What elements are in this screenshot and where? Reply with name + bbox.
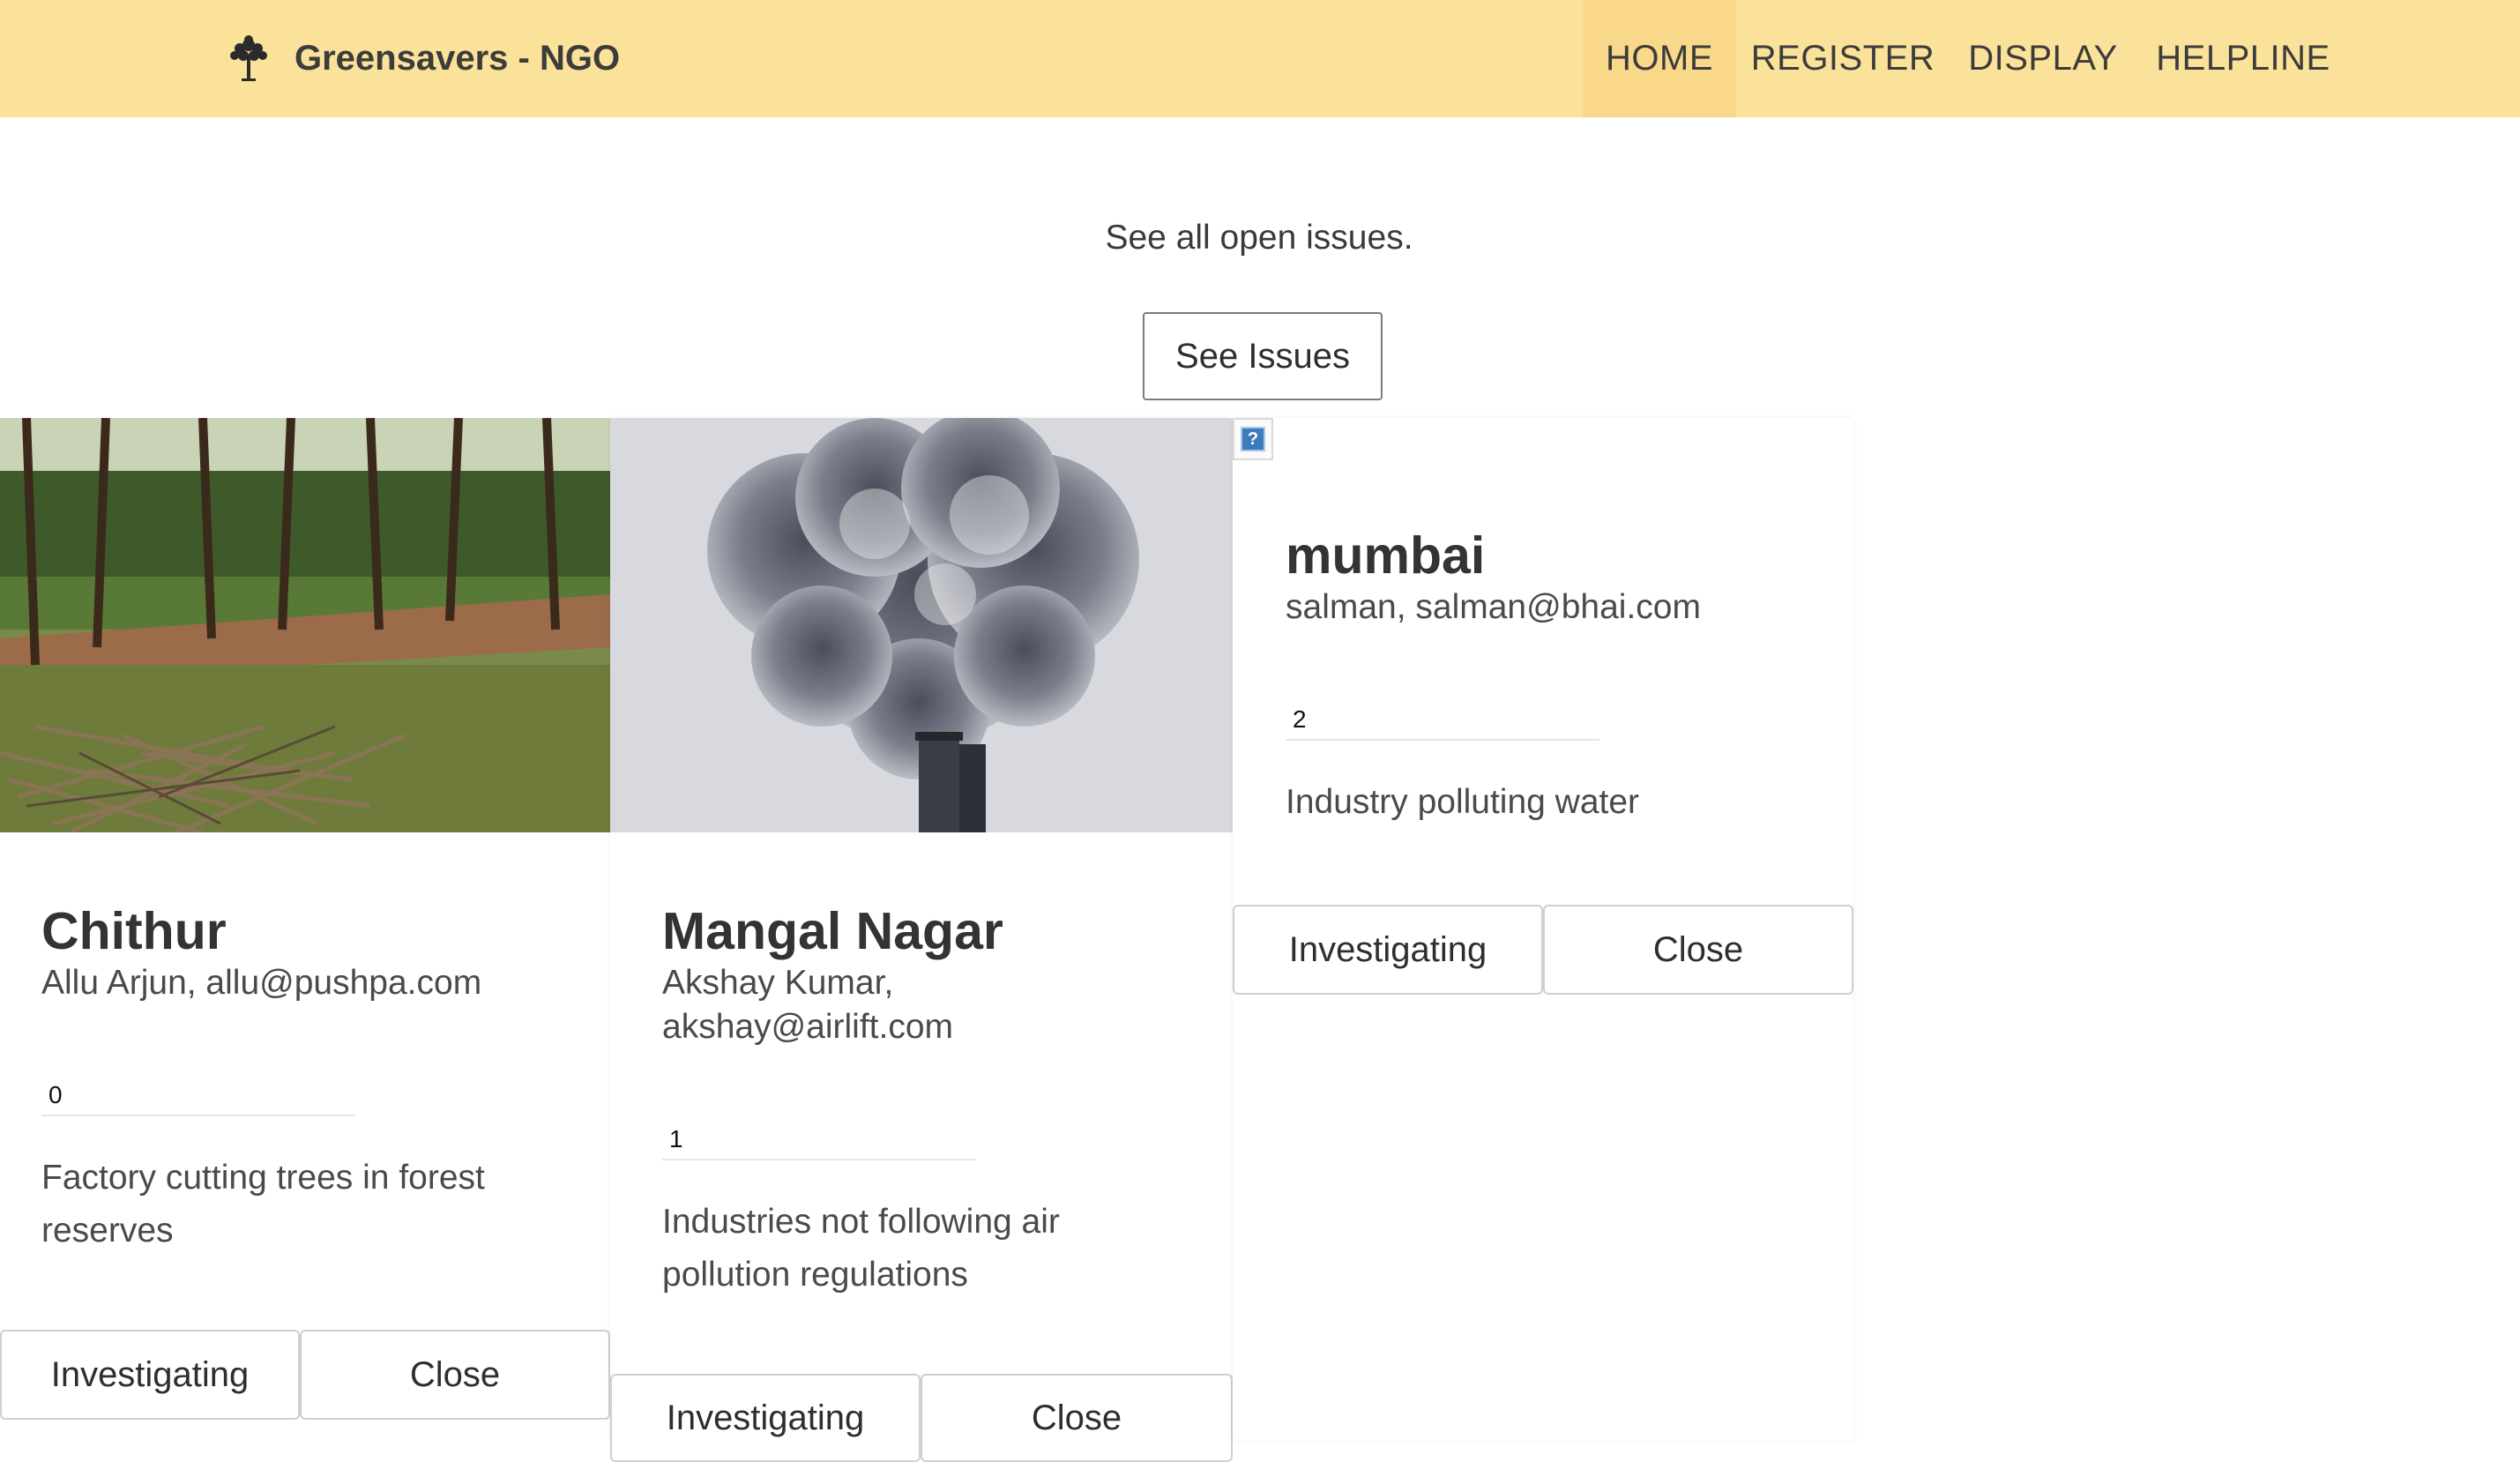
issue-location: mumbai — [1286, 526, 1486, 585]
issue-description: Factory cutting trees in forest reserves — [41, 1159, 485, 1249]
issue-card: ? mumbai salman, salman@bhai.com 2 Indus… — [1233, 418, 1853, 1441]
close-button[interactable]: Close — [921, 1374, 1233, 1462]
issue-count-field[interactable]: 2 — [1286, 693, 1599, 741]
investigating-button[interactable]: Investigating — [1233, 905, 1543, 995]
issue-reporter: salman, salman@bhai.com — [1286, 588, 1701, 626]
broken-image-icon: ? — [1233, 418, 1273, 460]
nav-display[interactable]: DISPLAY — [1959, 0, 2127, 117]
hero-lead: See all open issues. — [1105, 219, 1413, 257]
issue-location: Chithur — [41, 902, 227, 960]
smokestack-pollution-image — [610, 418, 1233, 832]
issue-description: Industries not following air pollution r… — [662, 1203, 1060, 1294]
investigating-button[interactable]: Investigating — [610, 1374, 921, 1462]
brand[interactable]: Greensavers - NGO — [226, 30, 620, 86]
issue-location: Mangal Nagar — [662, 902, 1003, 960]
issue-description: Industry polluting water — [1286, 783, 1640, 821]
nav-register[interactable]: REGISTER — [1744, 0, 1942, 117]
issue-reporter: Allu Arjun, allu@pushpa.com — [41, 964, 482, 1002]
issue-count-field[interactable]: 0 — [41, 1069, 355, 1116]
nav-helpline[interactable]: HELPLINE — [2150, 0, 2337, 117]
close-button[interactable]: Close — [1543, 905, 1853, 995]
issue-reporter: Akshay Kumar, akshay@airlift.com — [662, 964, 954, 1046]
see-issues-button[interactable]: See Issues — [1143, 312, 1383, 400]
issue-card: Mangal Nagar Akshay Kumar, akshay@airlif… — [610, 418, 1233, 1462]
forest-clearing-image — [0, 418, 610, 832]
brand-name: Greensavers - NGO — [294, 38, 621, 78]
nav-home[interactable]: HOME — [1583, 0, 1736, 117]
investigating-button[interactable]: Investigating — [0, 1330, 300, 1420]
close-button[interactable]: Close — [300, 1330, 610, 1420]
issue-count-field[interactable]: 1 — [662, 1113, 976, 1160]
tree-icon — [230, 35, 267, 81]
issue-card: Chithur Allu Arjun, allu@pushpa.com 0 Fa… — [0, 418, 610, 1441]
navbar: Greensavers - NGO HOME REGISTER DISPLAY … — [0, 0, 2520, 117]
